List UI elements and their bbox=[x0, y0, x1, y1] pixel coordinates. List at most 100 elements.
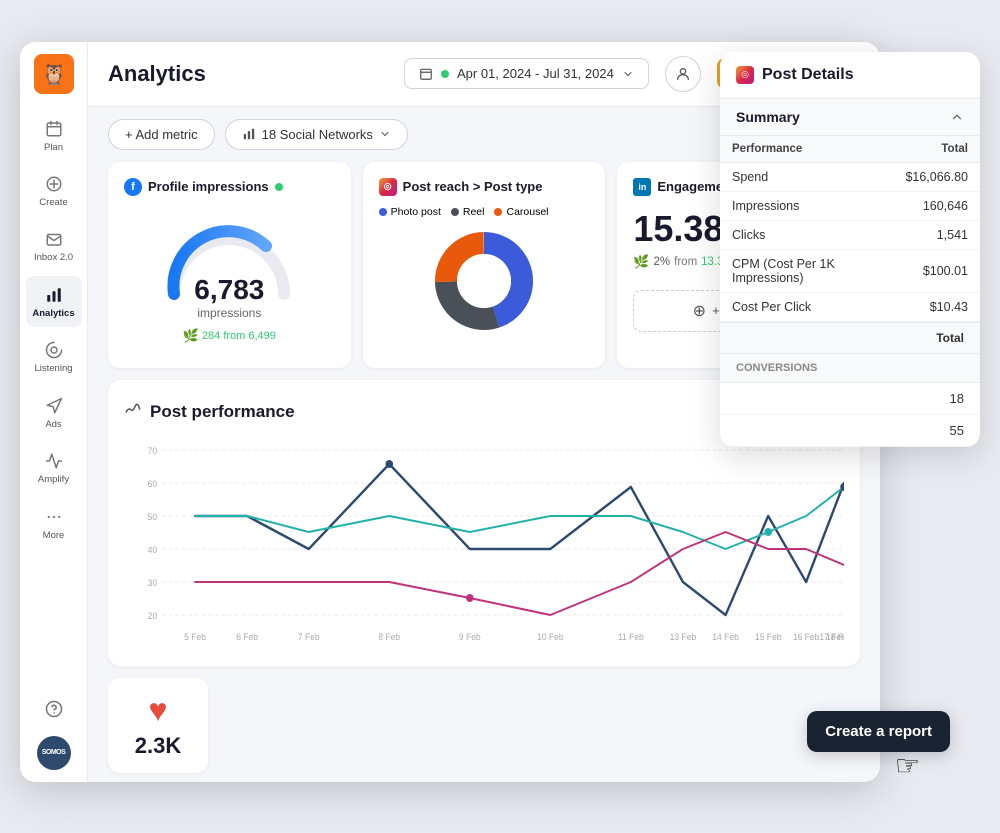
profile-impressions-card: f Profile impressions bbox=[108, 162, 351, 368]
plan-icon bbox=[43, 118, 65, 140]
gauge-change: 🌿 284 from 6,499 bbox=[183, 328, 276, 344]
carousel-dot bbox=[494, 208, 502, 216]
linkedin-icon: in bbox=[633, 178, 651, 196]
chevron-up-icon bbox=[950, 110, 964, 124]
sidebar-item-ads-label: Ads bbox=[45, 420, 61, 430]
add-metric-button[interactable]: + Add metric bbox=[108, 119, 215, 150]
gauge-wrapper: 6,783 impressions 🌿 284 from 6,499 bbox=[124, 206, 335, 352]
amplify-icon bbox=[43, 450, 65, 472]
legend-carousel: Carousel bbox=[494, 206, 548, 218]
sidebar-item-analytics-label: Analytics bbox=[32, 309, 74, 319]
line-chart: 70 60 50 40 30 20 5 Feb 6 Feb 7 Feb 8 Fe… bbox=[124, 440, 844, 650]
engagement-change-pct: 2% bbox=[654, 256, 671, 268]
sidebar-item-ads[interactable]: Ads bbox=[26, 387, 82, 438]
svg-text:7 Feb: 7 Feb bbox=[298, 631, 320, 641]
post-details-title: Post Details bbox=[762, 66, 854, 84]
gauge-value: 6,783 bbox=[194, 274, 264, 306]
performance-col-header: Performance bbox=[720, 136, 893, 163]
cpm-label: CPM (Cost Per 1K Impressions) bbox=[720, 249, 893, 292]
carousel-label: Carousel bbox=[506, 206, 548, 218]
page-title: Analytics bbox=[108, 61, 388, 87]
total-col-header: Total bbox=[893, 136, 980, 163]
svg-text:70: 70 bbox=[148, 445, 158, 455]
sidebar-item-inbox[interactable]: Inbox 2.0 bbox=[26, 220, 82, 271]
conversions-header: CONVERSIONS bbox=[720, 354, 980, 383]
svg-text:5 Feb: 5 Feb bbox=[184, 631, 206, 641]
sidebar-item-inbox-label: Inbox 2.0 bbox=[34, 253, 73, 263]
svg-text:60: 60 bbox=[148, 478, 158, 488]
instagram-icon: ◎ bbox=[379, 178, 397, 196]
table-row: Impressions 160,646 bbox=[720, 191, 980, 220]
sidebar-item-listening[interactable]: Listening bbox=[26, 331, 82, 382]
svg-text:8 Feb: 8 Feb bbox=[378, 631, 400, 641]
svg-text:9 Feb: 9 Feb bbox=[459, 631, 481, 641]
profile-impressions-header: f Profile impressions bbox=[124, 178, 335, 196]
post-perf-title: Post performance bbox=[124, 402, 295, 422]
sidebar-item-amplify-label: Amplify bbox=[38, 475, 69, 485]
photo-label: Photo post bbox=[391, 206, 441, 218]
user-avatar[interactable]: SOMOS bbox=[37, 736, 71, 770]
create-icon bbox=[43, 173, 65, 195]
date-range-text: Apr 01, 2024 - Jul 31, 2024 bbox=[457, 66, 614, 81]
post-perf-title-text: Post performance bbox=[150, 402, 295, 422]
conversion-value-1: 18 bbox=[950, 391, 964, 406]
pd-instagram-icon: ◎ bbox=[736, 66, 754, 84]
cpm-value: $100.01 bbox=[893, 249, 980, 292]
photo-dot bbox=[379, 208, 387, 216]
heart-stat-card: ♥ 2.3K bbox=[108, 678, 208, 773]
profile-impressions-title: Profile impressions bbox=[148, 179, 269, 194]
svg-text:15 Feb: 15 Feb bbox=[755, 631, 782, 641]
donut-chart bbox=[429, 226, 539, 336]
sidebar-item-plan[interactable]: Plan bbox=[26, 110, 82, 161]
svg-text:20: 20 bbox=[148, 610, 158, 620]
clicks-value: 1,541 bbox=[893, 220, 980, 249]
sidebar-item-listening-label: Listening bbox=[34, 364, 72, 374]
sidebar-item-plan-label: Plan bbox=[44, 143, 63, 153]
table-row: Clicks 1,541 bbox=[720, 220, 980, 249]
inbox-icon bbox=[43, 228, 65, 250]
sidebar-item-help[interactable] bbox=[26, 690, 82, 728]
up-arrow-icon: 🌿 bbox=[633, 254, 649, 270]
app-logo[interactable]: 🦉 bbox=[34, 54, 74, 94]
reel-dot bbox=[451, 208, 459, 216]
table-row: CPM (Cost Per 1K Impressions) $100.01 bbox=[720, 249, 980, 292]
reel-label: Reel bbox=[463, 206, 485, 218]
svg-text:50: 50 bbox=[148, 511, 158, 521]
table-row: Spend $16,066.80 bbox=[720, 162, 980, 191]
spend-label: Spend bbox=[720, 162, 893, 191]
add-metric-label: + Add metric bbox=[125, 127, 198, 142]
bottom-row: ♥ 2.3K bbox=[88, 678, 880, 782]
heart-value: 2.3K bbox=[135, 733, 181, 759]
impressions-label: Impressions bbox=[720, 191, 893, 220]
heart-icon: ♥ bbox=[149, 692, 168, 729]
create-report-tooltip[interactable]: Create a report bbox=[807, 711, 950, 752]
post-reach-card: ◎ Post reach > Post type Photo post Reel bbox=[363, 162, 606, 368]
table-row: Cost Per Click $10.43 bbox=[720, 292, 980, 321]
svg-text:18 Feb: 18 Feb bbox=[826, 631, 844, 641]
summary-bar[interactable]: Summary bbox=[720, 99, 980, 136]
analytics-icon bbox=[43, 284, 65, 306]
clicks-label: Clicks bbox=[720, 220, 893, 249]
donut-wrapper bbox=[379, 226, 590, 336]
post-reach-title: Post reach > Post type bbox=[403, 179, 543, 194]
svg-text:10 Feb: 10 Feb bbox=[537, 631, 564, 641]
sidebar-item-create[interactable]: Create bbox=[26, 165, 82, 216]
gauge-label: impressions bbox=[197, 306, 261, 320]
legend-photo: Photo post bbox=[379, 206, 441, 218]
sidebar-item-more[interactable]: More bbox=[26, 498, 82, 549]
spend-value: $16,066.80 bbox=[893, 162, 980, 191]
user-profile-button[interactable] bbox=[665, 56, 701, 92]
sidebar-item-create-label: Create bbox=[39, 198, 68, 208]
post-details-header: ◎ Post Details bbox=[720, 52, 980, 99]
impressions-value: 160,646 bbox=[893, 191, 980, 220]
networks-button[interactable]: 18 Social Networks bbox=[225, 119, 408, 150]
sidebar-item-amplify[interactable]: Amplify bbox=[26, 442, 82, 493]
conversion-row-2: 55 bbox=[720, 415, 980, 447]
summary-label: Summary bbox=[736, 109, 800, 125]
sidebar: 🦉 Plan Create Inbox 2.0 bbox=[20, 42, 88, 782]
sidebar-item-analytics[interactable]: Analytics bbox=[26, 276, 82, 327]
sidebar-item-more-label: More bbox=[43, 531, 65, 541]
svg-text:30: 30 bbox=[148, 577, 158, 587]
date-picker-button[interactable]: Apr 01, 2024 - Jul 31, 2024 bbox=[404, 58, 649, 89]
more-icon bbox=[43, 506, 65, 528]
